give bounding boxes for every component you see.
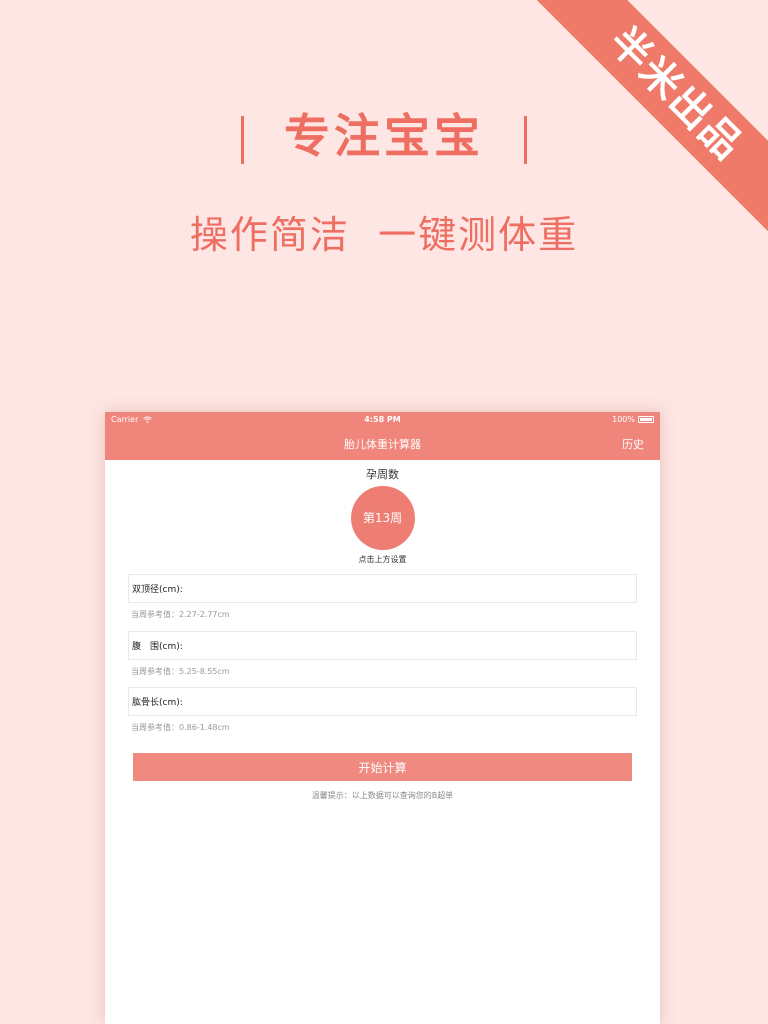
bpd-reference: 当周参考值：2.27-2.77cm	[131, 610, 230, 619]
headline-text: 专注宝宝	[284, 109, 484, 163]
fl-reference: 当周参考值：0.86-1.48cm	[131, 723, 230, 732]
history-button[interactable]: 历史	[622, 436, 644, 452]
ac-reference: 当周参考值：5.25-8.55cm	[131, 667, 230, 676]
fl-label: 肱骨长(cm):	[132, 698, 183, 708]
battery-icon	[638, 416, 654, 423]
week-selector-button[interactable]: 第13周	[350, 486, 415, 550]
bpd-field[interactable]: 双顶径(cm):	[128, 574, 637, 603]
weeks-label: 孕周数	[366, 468, 399, 481]
promo-headline: 专注宝宝	[0, 100, 768, 166]
bpd-label: 双顶径(cm):	[132, 585, 183, 595]
main-content: 孕周数 第13周 点击上方设置 双顶径(cm): 当周参考值：2.27-2.77…	[105, 466, 660, 801]
nav-title: 胎儿体重计算器	[344, 438, 421, 451]
divider-right	[524, 115, 527, 164]
fl-input[interactable]	[182, 688, 633, 715]
top-bar: Carrier 4:58 PM 100% 胎儿体重计算器 历史	[105, 412, 660, 460]
tip-text: 温馨提示：以上数据可以查询您的B超单	[311, 791, 454, 800]
ac-input[interactable]	[182, 632, 633, 659]
nav-bar: 胎儿体重计算器 历史	[105, 428, 660, 460]
ac-field[interactable]: 腹 围(cm):	[128, 631, 637, 660]
status-time: 4:58 PM	[364, 415, 401, 424]
measurement-form: 双顶径(cm): 当周参考值：2.27-2.77cm 腹 围(cm): 当周参考…	[128, 574, 637, 733]
ac-label: 腹 围(cm):	[132, 642, 183, 652]
battery-percent: 100%	[612, 415, 635, 424]
promo-subline: 操作简洁 一键测体重	[189, 213, 579, 257]
calculate-button[interactable]: 开始计算	[133, 753, 632, 781]
bpd-input[interactable]	[182, 575, 633, 602]
status-bar: Carrier 4:58 PM 100%	[105, 412, 660, 428]
divider-left	[241, 115, 244, 164]
app-screen: Carrier 4:58 PM 100% 胎儿体重计算器 历史 孕周数 第13周…	[105, 412, 660, 1024]
fl-field[interactable]: 肱骨长(cm):	[128, 687, 637, 716]
battery-status: 100%	[612, 415, 654, 424]
week-hint: 点击上方设置	[358, 555, 407, 564]
